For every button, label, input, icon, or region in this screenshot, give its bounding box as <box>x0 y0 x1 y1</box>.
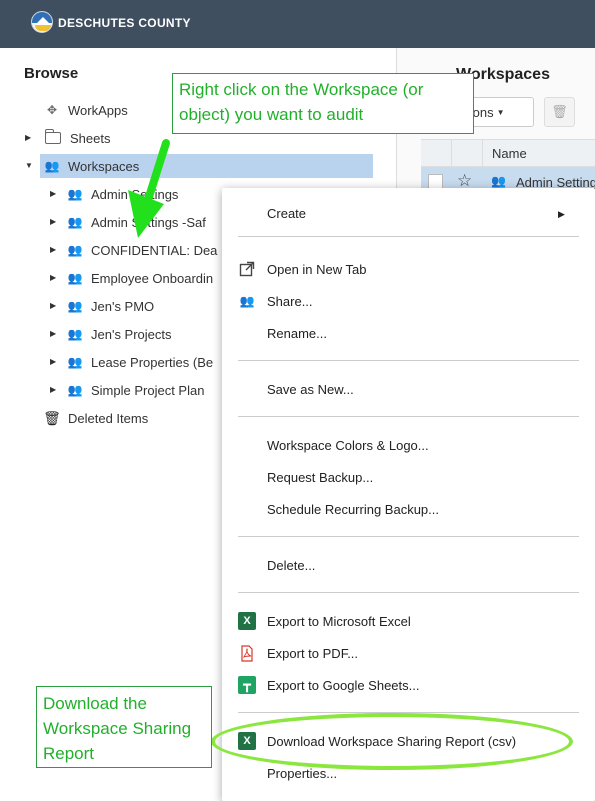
trash-icon: 🗑 <box>551 104 568 119</box>
column-header-name[interactable]: Name <box>492 146 527 161</box>
instruction-callout-right-click: Right click on the Workspace (or object)… <box>172 73 474 134</box>
excel-icon: X <box>238 612 256 630</box>
top-bar: DESCHUTES COUNTY <box>0 0 595 48</box>
menu-item-export-google-sheets[interactable]: Export to Google Sheets... <box>267 678 419 693</box>
tree-item-workspace[interactable]: 👥 CONFIDENTIAL: Dea <box>66 238 226 262</box>
tree-item-label: Lease Properties (Be <box>91 354 214 370</box>
users-icon: 👥 <box>67 243 83 257</box>
menu-item-schedule-backup[interactable]: Schedule Recurring Backup... <box>267 502 439 517</box>
menu-divider <box>238 236 579 237</box>
highlight-ellipse <box>211 713 573 770</box>
menu-item-share[interactable]: Share... <box>267 294 313 309</box>
menu-item-rename[interactable]: Rename... <box>267 326 327 341</box>
menu-item-delete[interactable]: Delete... <box>267 558 315 573</box>
tree-item-label: Sheets <box>70 130 111 146</box>
tree-item-workspace[interactable]: 👥 Admin Settings <box>66 182 226 206</box>
collapse-caret-icon[interactable]: ▼ <box>25 161 35 170</box>
users-icon: 👥 <box>67 299 83 313</box>
expand-caret-icon[interactable]: ▶ <box>50 301 60 310</box>
tree-item-workspace[interactable]: 👥 Admin Settings -Saf <box>66 210 226 234</box>
tree-item-label: Simple Project Plan <box>91 382 205 398</box>
tree-item-label: WorkApps <box>68 102 128 118</box>
menu-item-export-pdf[interactable]: Export to PDF... <box>267 646 358 661</box>
users-icon: 👥 <box>44 159 60 173</box>
menu-divider <box>238 360 579 361</box>
menu-divider <box>238 416 579 417</box>
tree-item-label: Admin Settings -Saf <box>91 214 206 230</box>
folder-icon <box>44 129 61 144</box>
tree-item-label: Jen's Projects <box>91 326 172 342</box>
google-sheets-icon: ┳ <box>238 676 256 694</box>
county-seal-logo[interactable] <box>31 11 53 33</box>
trash-icon: 🗑 <box>43 409 61 426</box>
submenu-arrow-icon: ▶ <box>558 209 565 219</box>
expand-caret-icon[interactable]: ▶ <box>50 273 60 282</box>
expand-caret-icon[interactable]: ▶ <box>50 385 60 394</box>
dropdown-caret-icon: ▼ <box>496 107 505 117</box>
tree-item-workspace[interactable]: 👥 Simple Project Plan <box>66 378 226 402</box>
tree-item-label: Workspaces <box>68 158 140 174</box>
menu-divider <box>238 536 579 537</box>
grid-header: Name <box>421 139 595 167</box>
users-icon: 👥 <box>491 174 506 188</box>
expand-caret-icon[interactable]: ▶ <box>50 357 60 366</box>
brand-name: DESCHUTES COUNTY <box>58 16 191 30</box>
menu-item-properties[interactable]: Properties... <box>267 766 337 781</box>
users-icon: 👥 <box>67 215 83 229</box>
tree-item-label: Deleted Items <box>68 410 149 426</box>
menu-item-open-new-tab[interactable]: Open in New Tab <box>267 262 367 277</box>
pdf-icon <box>238 644 256 662</box>
workapps-icon: ✥ <box>46 103 58 117</box>
context-menu: Create ▶ Open in New Tab 👥 Share... Rena… <box>222 188 595 801</box>
instruction-callout-download: Download the Workspace Sharing Report <box>36 686 212 768</box>
expand-caret-icon[interactable]: ▶ <box>50 245 60 254</box>
tree-item-workspace[interactable]: 👥 Jen's Projects <box>66 322 226 346</box>
open-new-tab-icon <box>238 260 256 278</box>
tree-item-deleted-items[interactable]: 🗑 Deleted Items <box>40 406 240 430</box>
menu-item-request-backup[interactable]: Request Backup... <box>267 470 373 485</box>
row-checkbox[interactable] <box>428 174 443 189</box>
users-icon: 👥 <box>67 327 83 341</box>
users-icon: 👥 <box>67 271 83 285</box>
menu-item-create[interactable]: Create <box>267 206 306 221</box>
menu-item-export-excel[interactable]: Export to Microsoft Excel <box>267 614 411 629</box>
users-icon: 👥 <box>67 187 83 201</box>
tree-item-label: Admin Settings <box>91 186 179 202</box>
share-users-icon: 👥 <box>239 294 255 308</box>
users-icon: 👥 <box>67 383 83 397</box>
tree-item-workspace[interactable]: 👥 Lease Properties (Be <box>66 350 226 374</box>
tree-item-label: Jen's PMO <box>91 298 155 314</box>
tree-item-workspace[interactable]: 👥 Jen's PMO <box>66 294 226 318</box>
tree-item-label: Employee Onboardin <box>91 270 214 286</box>
browse-title: Browse <box>24 65 79 82</box>
tree-item-label: CONFIDENTIAL: Dea <box>91 242 218 258</box>
tree-item-workspace[interactable]: 👥 Employee Onboardin <box>66 266 226 290</box>
delete-button[interactable]: 🗑 <box>544 97 575 127</box>
menu-item-save-as-new[interactable]: Save as New... <box>267 382 354 397</box>
users-icon: 👥 <box>67 355 83 369</box>
expand-caret-icon[interactable]: ▶ <box>25 133 35 142</box>
menu-item-workspace-colors[interactable]: Workspace Colors & Logo... <box>267 438 429 453</box>
menu-divider <box>238 592 579 593</box>
tree-item-workspaces[interactable]: 👥 Workspaces <box>40 154 373 178</box>
expand-caret-icon[interactable]: ▶ <box>50 189 60 198</box>
expand-caret-icon[interactable]: ▶ <box>50 217 60 226</box>
expand-caret-icon[interactable]: ▶ <box>50 329 60 338</box>
